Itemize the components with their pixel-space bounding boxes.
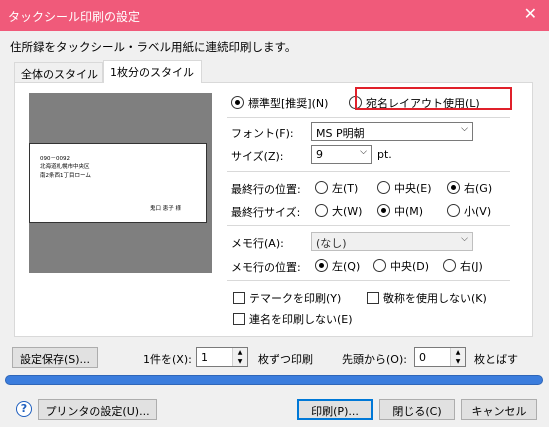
print-button[interactable]: 印刷(P)... — [297, 399, 373, 420]
size-label: サイズ(Z): — [231, 150, 284, 163]
standard-layout-radio[interactable]: 標準型[推奨](N) — [231, 95, 328, 111]
font-label: フォント(F): — [231, 127, 294, 140]
tab-panel: 090－0092 北海道札幌市中央区 南2条西1丁目ローム 鬼口 恵子 様 標準… — [14, 82, 533, 337]
radio-indicator — [377, 181, 390, 194]
progress-bar — [5, 375, 543, 385]
checkbox-indicator — [233, 313, 245, 325]
title-bar: タックシール印刷の設定 ✕ — [0, 0, 549, 31]
preview-postal-code: 090－0092 — [40, 156, 70, 162]
close-icon[interactable]: ✕ — [524, 5, 537, 23]
radio-indicator — [231, 96, 244, 109]
memo-position-right-radio[interactable]: 右(J) — [443, 258, 483, 274]
radio-indicator — [373, 259, 386, 272]
preview-address-line-2: 南2条西1丁目ローム — [40, 173, 91, 179]
font-select[interactable]: MS P明朝 ⌵ — [311, 122, 473, 141]
radio-indicator — [443, 259, 456, 272]
per-item-suffix: 枚ずつ印刷 — [258, 353, 313, 366]
divider — [227, 225, 510, 226]
last-line-position-right-radio[interactable]: 右(G) — [447, 180, 492, 196]
last-line-size-small-radio[interactable]: 小(V) — [447, 203, 491, 219]
preview-recipient-name: 鬼口 恵子 様 — [150, 206, 181, 212]
close-button[interactable]: 閉じる(C) — [379, 399, 455, 420]
radio-indicator — [315, 259, 328, 272]
printer-settings-button[interactable]: プリンタの設定(U)... — [38, 399, 157, 420]
chevron-down-icon: ⌵ — [360, 147, 367, 157]
radio-indicator — [447, 181, 460, 194]
tab-overall-style[interactable]: 全体のスタイル — [14, 62, 103, 82]
chevron-down-icon: ⌵ — [461, 234, 468, 244]
memo-position-label: メモ行の位置: — [231, 261, 301, 274]
memo-position-center-radio[interactable]: 中央(D) — [373, 258, 429, 274]
save-settings-button[interactable]: 設定保存(S)... — [12, 347, 98, 368]
size-select[interactable]: 9 ⌵ — [311, 145, 372, 164]
help-icon[interactable]: ? — [16, 401, 32, 417]
per-item-stepper[interactable]: 1 ▲ ▼ — [196, 347, 248, 367]
cancel-button[interactable]: キャンセル — [461, 399, 537, 420]
stepper-arrows-icon[interactable]: ▲ ▼ — [232, 348, 247, 366]
preview-address-line-1: 北海道札幌市中央区 — [40, 164, 90, 170]
memo-line-label: メモ行(A): — [231, 237, 284, 250]
address-layout-highlight — [355, 87, 512, 110]
preview-label-card: 090－0092 北海道札幌市中央区 南2条西1丁目ローム 鬼口 恵子 様 — [29, 143, 207, 223]
radio-indicator — [447, 204, 460, 217]
size-unit: pt. — [377, 148, 392, 161]
last-line-position-left-radio[interactable]: 左(T) — [315, 180, 358, 196]
checkbox-indicator — [367, 292, 379, 304]
last-line-size-large-radio[interactable]: 大(W) — [315, 203, 362, 219]
divider — [227, 280, 510, 281]
chevron-down-icon: ⌵ — [461, 124, 468, 134]
radio-indicator — [315, 181, 328, 194]
last-line-size-label: 最終行サイズ: — [231, 206, 301, 219]
divider — [227, 171, 510, 172]
divider — [227, 117, 510, 118]
last-line-position-label: 最終行の位置: — [231, 183, 301, 196]
memo-position-left-radio[interactable]: 左(Q) — [315, 258, 360, 274]
dialog-body: 住所録をタックシール・ラベル用紙に連続印刷します。 全体のスタイル 1枚分のスタ… — [0, 31, 549, 427]
skip-suffix: 枚とばす — [474, 353, 518, 366]
per-item-label: 1件を(X): — [143, 353, 192, 366]
memo-line-select[interactable]: (なし) ⌵ — [311, 232, 473, 251]
print-tmark-checkbox[interactable]: テマークを印刷(Y) — [233, 290, 341, 306]
skip-stepper[interactable]: 0 ▲ ▼ — [414, 347, 466, 367]
stepper-arrows-icon[interactable]: ▲ ▼ — [450, 348, 465, 366]
tab-single-style[interactable]: 1枚分のスタイル — [103, 60, 202, 83]
no-honorific-checkbox[interactable]: 敬称を使用しない(K) — [367, 290, 487, 306]
skip-label: 先頭から(O): — [342, 353, 407, 366]
radio-indicator — [315, 204, 328, 217]
checkbox-indicator — [233, 292, 245, 304]
last-line-position-center-radio[interactable]: 中央(E) — [377, 180, 432, 196]
no-joint-names-checkbox[interactable]: 連名を印刷しない(E) — [233, 311, 353, 327]
description-text: 住所録をタックシール・ラベル用紙に連続印刷します。 — [10, 40, 297, 54]
window-title: タックシール印刷の設定 — [8, 10, 141, 24]
radio-indicator — [377, 204, 390, 217]
last-line-size-medium-radio[interactable]: 中(M) — [377, 203, 423, 219]
label-preview: 090－0092 北海道札幌市中央区 南2条西1丁目ローム 鬼口 恵子 様 — [29, 93, 212, 273]
